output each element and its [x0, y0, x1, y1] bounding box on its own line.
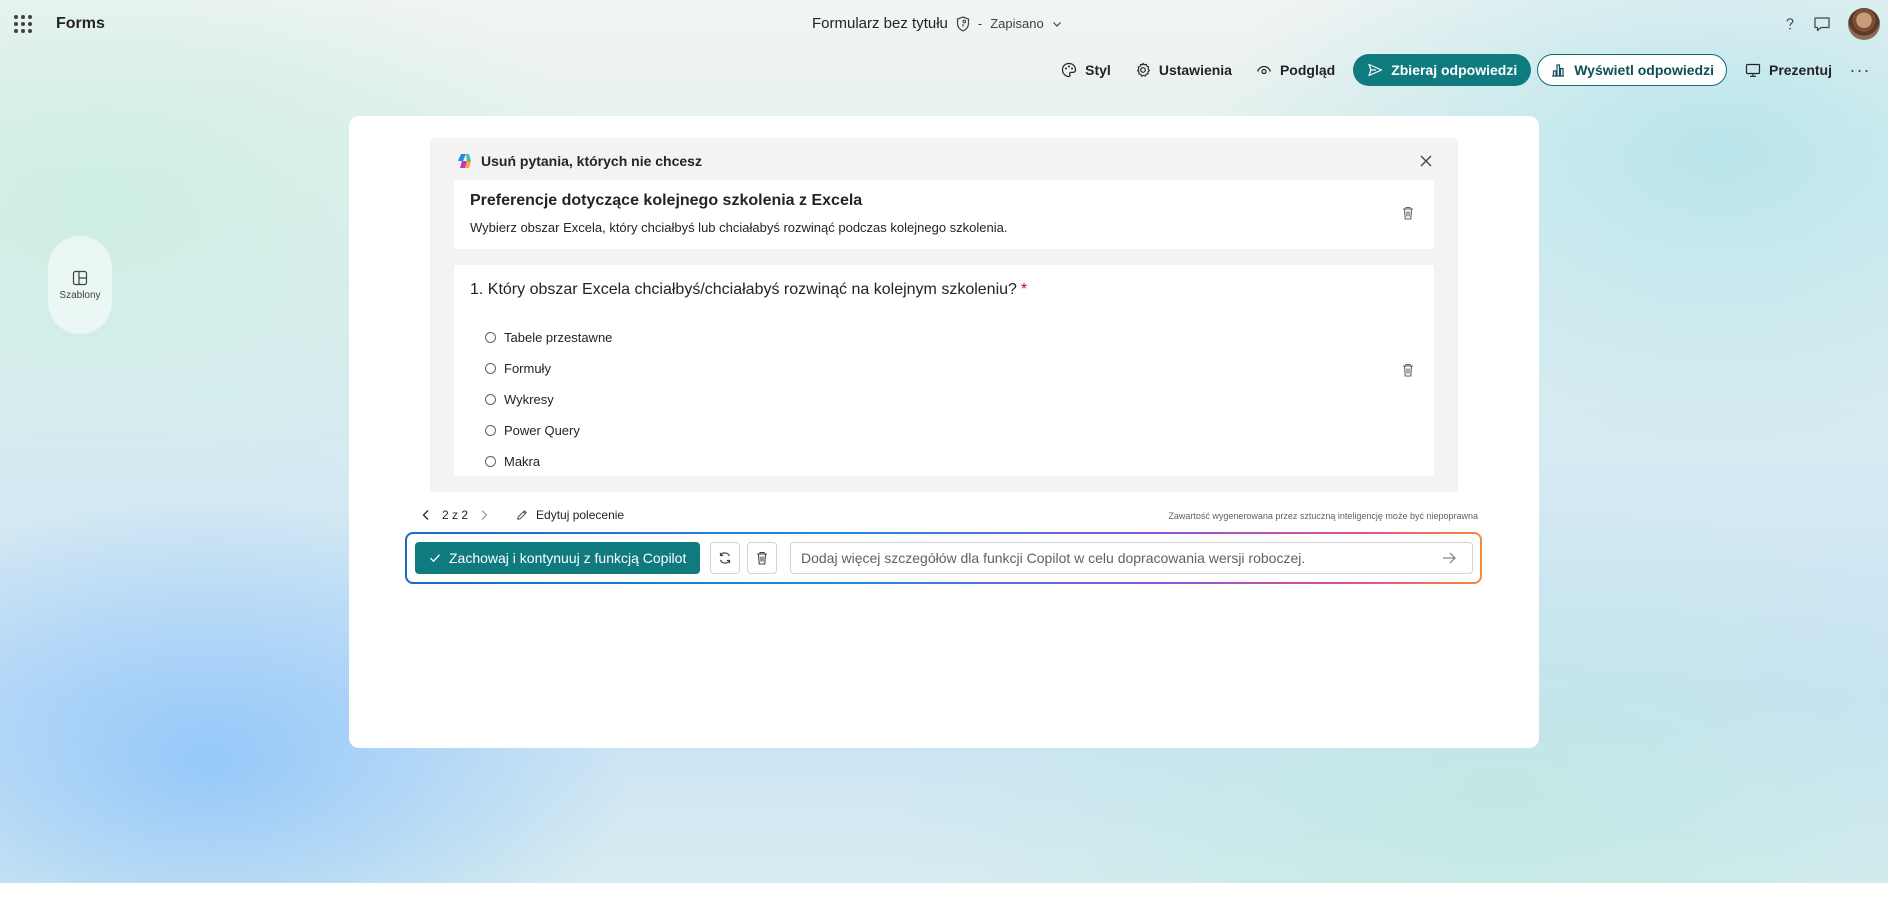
- view-responses-label: Wyświetl odpowiedzi: [1574, 62, 1714, 78]
- settings-button[interactable]: Ustawienia: [1123, 54, 1244, 86]
- top-right-actions: [1774, 8, 1888, 40]
- option-item[interactable]: Wykresy: [485, 384, 612, 415]
- copilot-icon: [458, 154, 471, 168]
- option-label: Wykresy: [504, 392, 554, 407]
- chevron-down-icon[interactable]: [1052, 19, 1062, 29]
- present-label: Prezentuj: [1768, 62, 1832, 78]
- form-description: Wybierz obszar Excela, który chciałbyś l…: [470, 220, 1008, 235]
- document-title[interactable]: Formularz bez tytułu: [812, 15, 948, 32]
- chart-icon: [1552, 64, 1565, 77]
- check-icon: [430, 554, 440, 563]
- preview-button[interactable]: Podgląd: [1244, 54, 1347, 86]
- question-title: 1. Który obszar Excela chciałbyś/chciała…: [470, 281, 1027, 299]
- present-icon: [1745, 63, 1761, 77]
- gear-icon: [1136, 62, 1150, 77]
- present-button[interactable]: Prezentuj: [1733, 54, 1844, 86]
- feedback-icon[interactable]: [1806, 8, 1838, 40]
- delete-question-icon[interactable]: [1400, 362, 1416, 378]
- suggestion-header: Usuń pytania, których nie chcesz: [455, 152, 702, 170]
- chevron-left-icon[interactable]: [420, 509, 432, 521]
- radio-icon[interactable]: [485, 363, 496, 374]
- avatar[interactable]: [1848, 8, 1880, 40]
- command-bar: Styl Ustawienia Podgląd Zbieraj odpowied…: [1049, 54, 1876, 86]
- discard-button[interactable]: [747, 542, 777, 574]
- templates-icon: [72, 270, 88, 285]
- help-icon[interactable]: [1774, 8, 1806, 40]
- eye-icon: [1256, 65, 1272, 75]
- copilot-prompt-input[interactable]: [790, 542, 1473, 574]
- regenerate-button[interactable]: [710, 542, 740, 574]
- option-label: Tabele przestawne: [504, 330, 613, 345]
- app-launcher-icon[interactable]: [14, 15, 32, 33]
- keep-and-continue-label: Zachowaj i kontynuuj z funkcją Copilot: [449, 550, 687, 566]
- radio-icon[interactable]: [485, 456, 496, 467]
- bottom-strip: [0, 883, 1888, 917]
- composer-inner: Zachowaj i kontynuuj z funkcją Copilot: [407, 534, 1480, 582]
- question-text: 1. Który obszar Excela chciałbyś/chciała…: [470, 281, 1017, 298]
- view-responses-button[interactable]: Wyświetl odpowiedzi: [1537, 54, 1727, 86]
- refresh-icon: [719, 552, 731, 564]
- ai-disclaimer: Zawartość wygenerowana przez sztuczną in…: [1168, 511, 1478, 521]
- suggestion-header-text: Usuń pytania, których nie chcesz: [481, 153, 702, 169]
- pencil-icon: [517, 510, 527, 520]
- shield-icon[interactable]: [956, 15, 970, 32]
- settings-label: Ustawienia: [1158, 62, 1232, 78]
- more-options-icon[interactable]: ···: [1844, 54, 1876, 86]
- question-options: Tabele przestawne Formuły Wykresy Power …: [485, 322, 612, 477]
- option-label: Makra: [504, 454, 541, 469]
- templates-label: Szablony: [59, 289, 101, 301]
- copilot-composer: Zachowaj i kontynuuj z funkcją Copilot: [405, 532, 1482, 584]
- document-title-area[interactable]: Formularz bez tytułu - Zapisano: [812, 15, 1062, 32]
- top-bar: Forms Formularz bez tytułu - Zapisano: [0, 0, 1888, 48]
- keep-and-continue-button[interactable]: Zachowaj i kontynuuj z funkcją Copilot: [415, 542, 701, 574]
- style-label: Styl: [1085, 62, 1111, 78]
- option-item[interactable]: Power Query: [485, 415, 612, 446]
- radio-icon[interactable]: [485, 425, 496, 436]
- chevron-right-icon[interactable]: [478, 509, 490, 521]
- title-separator: -: [977, 16, 983, 31]
- app-name[interactable]: Forms: [56, 15, 105, 33]
- style-button[interactable]: Styl: [1049, 54, 1123, 86]
- preview-label: Podgląd: [1279, 62, 1336, 78]
- form-title: Preferencje dotyczące kolejnego szkoleni…: [470, 192, 863, 209]
- form-title-card[interactable]: [454, 180, 1434, 249]
- collect-responses-label: Zbieraj odpowiedzi: [1391, 62, 1518, 78]
- send-arrow-icon[interactable]: [1441, 550, 1457, 566]
- close-icon[interactable]: [1418, 153, 1434, 169]
- radio-icon[interactable]: [485, 332, 496, 343]
- option-label: Power Query: [504, 423, 580, 438]
- radio-icon[interactable]: [485, 394, 496, 405]
- option-item[interactable]: Makra: [485, 446, 612, 477]
- required-mark: *: [1020, 281, 1028, 298]
- trash-icon: [757, 551, 767, 565]
- save-status: Zapisano: [990, 16, 1044, 31]
- suggestion-pager: 2 z 2 Edytuj polecenie: [420, 508, 624, 522]
- edit-prompt-button[interactable]: Edytuj polecenie: [516, 508, 624, 522]
- option-item[interactable]: Tabele przestawne: [485, 322, 612, 353]
- templates-button[interactable]: Szablony: [48, 236, 112, 334]
- edit-prompt-label: Edytuj polecenie: [536, 508, 625, 522]
- option-item[interactable]: Formuły: [485, 353, 612, 384]
- palette-icon: [1062, 62, 1077, 78]
- option-label: Formuły: [504, 361, 551, 376]
- collect-responses-button[interactable]: Zbieraj odpowiedzi: [1353, 54, 1532, 86]
- pager-label: 2 z 2: [442, 508, 469, 522]
- send-icon: [1368, 63, 1383, 77]
- delete-title-icon[interactable]: [1400, 205, 1416, 221]
